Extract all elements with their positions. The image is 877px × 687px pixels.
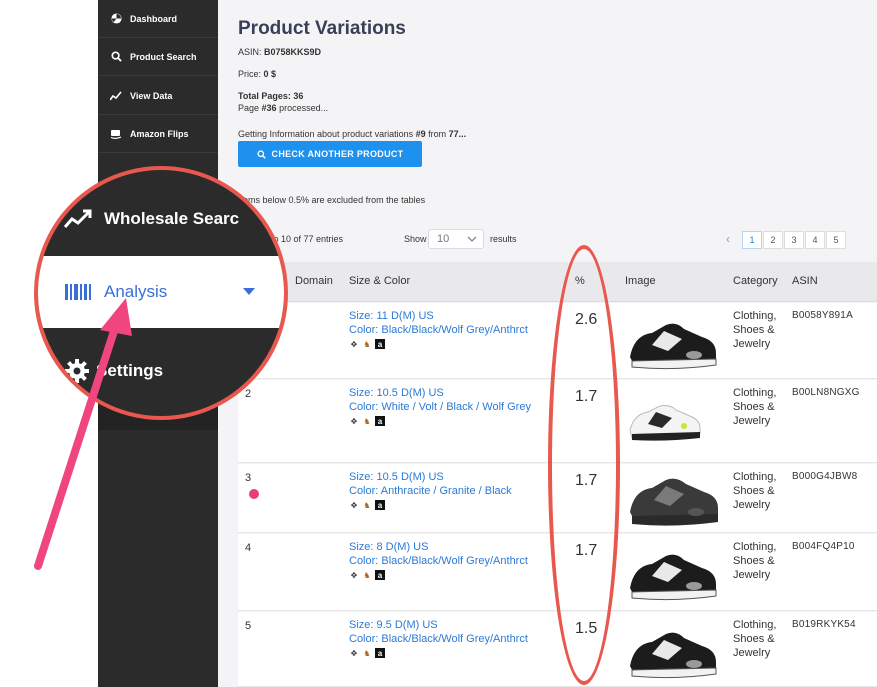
row-marker-dot — [249, 489, 259, 499]
pointer-arrow — [34, 298, 132, 570]
